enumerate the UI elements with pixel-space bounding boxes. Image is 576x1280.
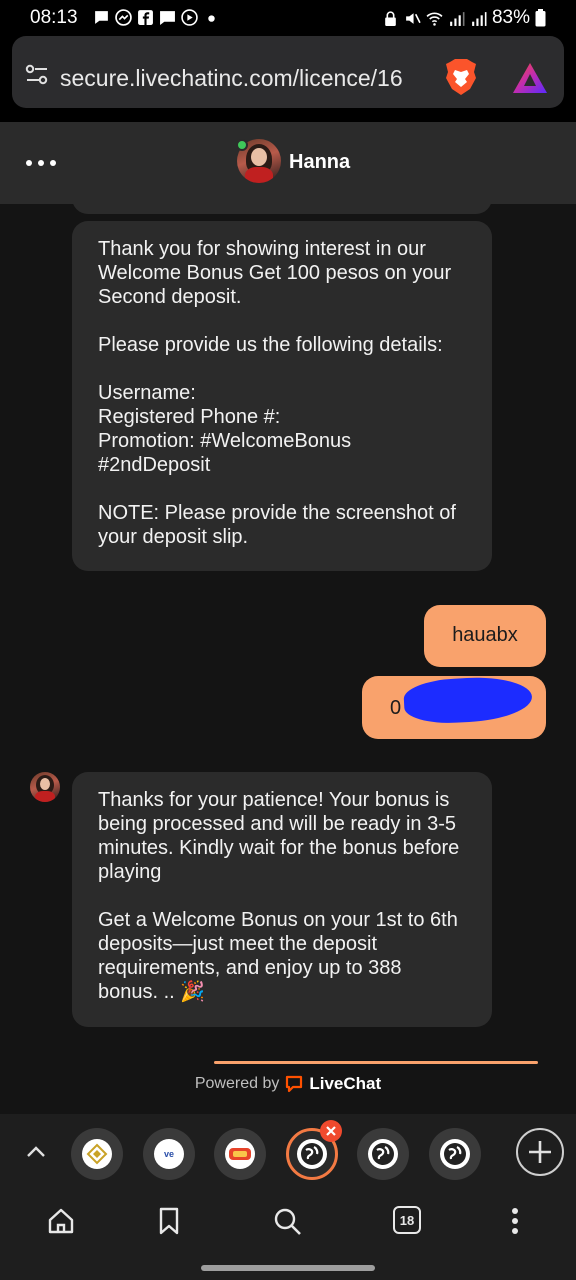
message-icon (160, 11, 175, 25)
user-message-bubble: 0 (362, 674, 546, 739)
message-text: 0 (390, 697, 402, 719)
bookmark-icon[interactable] (157, 1206, 181, 1236)
agent-avatar-small (30, 772, 60, 802)
url-text[interactable]: secure.livechatinc.com/licence/16 (60, 65, 403, 92)
redaction-scribble (402, 674, 534, 726)
notification-icons (93, 9, 220, 26)
dot-icon (208, 15, 215, 22)
message-text: Thank you for showing interest in our We… (98, 238, 456, 548)
globe-icon (440, 1139, 470, 1169)
previous-message-bubble (72, 204, 492, 214)
mute-icon (406, 12, 421, 24)
powered-by-text: Powered by (194, 1075, 280, 1092)
tab-thumbnail[interactable] (429, 1128, 481, 1180)
site-logo-icon: ve (154, 1139, 184, 1169)
globe-icon (368, 1139, 398, 1169)
plus-icon (529, 1141, 551, 1163)
facebook-icon (138, 10, 153, 25)
message-text: hauabx (452, 624, 518, 646)
tab-strip: ve (0, 1114, 576, 1194)
chat-bubble-icon (95, 11, 108, 24)
new-tab-button[interactable] (516, 1128, 564, 1176)
agent-message-bubble: Thanks for your patience! Your bonus is … (72, 772, 492, 1027)
battery-icon (535, 9, 546, 27)
tab-switcher-button[interactable]: 18 (393, 1206, 421, 1234)
status-bar: 08:13 83% (0, 0, 576, 36)
home-icon[interactable] (46, 1206, 76, 1236)
menu-icon[interactable] (506, 1206, 524, 1236)
tab-thumbnail[interactable]: ve (143, 1128, 195, 1180)
search-icon[interactable] (272, 1206, 304, 1238)
chat-messages[interactable]: Thank you for showing interest in our We… (0, 204, 576, 1114)
system-status: 83% (382, 7, 546, 29)
livechat-brand: LiveChat (309, 1074, 382, 1093)
online-status-indicator (236, 139, 248, 151)
status-time: 08:13 (30, 7, 78, 28)
wifi-icon (426, 12, 443, 26)
chat-header (0, 122, 576, 204)
powered-by-footer[interactable]: Powered by LiveChat (0, 1074, 576, 1094)
brave-rewards-icon[interactable] (512, 62, 548, 94)
browser-toolbar: 18 (0, 1194, 576, 1256)
site-settings-icon[interactable] (25, 64, 49, 86)
play-icon (181, 9, 198, 26)
lock-icon (385, 10, 396, 26)
home-gesture-bar[interactable] (201, 1265, 375, 1271)
chevron-up-icon[interactable] (24, 1140, 48, 1164)
globe-icon (297, 1139, 327, 1169)
site-logo-icon (225, 1139, 255, 1169)
tab-thumbnail[interactable] (214, 1128, 266, 1180)
system-navigation-bar (0, 1256, 576, 1280)
message-text: Thanks for your patience! Your bonus is … (98, 789, 460, 1003)
close-icon (326, 1126, 336, 1136)
tab-thumbnail[interactable] (357, 1128, 409, 1180)
agent-name: Hanna (289, 151, 351, 173)
messenger-icon (115, 9, 132, 26)
more-options-icon[interactable] (26, 160, 56, 166)
browser-address-area: secure.livechatinc.com/licence/16 (0, 36, 576, 122)
user-message-bubble: hauabx (424, 605, 546, 667)
agent-message-bubble: Thank you for showing interest in our We… (72, 221, 492, 571)
signal-icon (472, 11, 487, 26)
close-tab-button[interactable] (320, 1120, 342, 1142)
message-input-focus-line[interactable] (214, 1061, 538, 1064)
tab-thumbnail[interactable] (71, 1128, 123, 1180)
battery-level: 83% (491, 7, 530, 28)
brave-shields-icon[interactable] (444, 58, 478, 96)
site-logo-icon (82, 1139, 112, 1169)
livechat-logo-icon (286, 1075, 303, 1093)
address-bar[interactable]: secure.livechatinc.com/licence/16 (12, 36, 564, 108)
signal-icon (450, 11, 465, 26)
